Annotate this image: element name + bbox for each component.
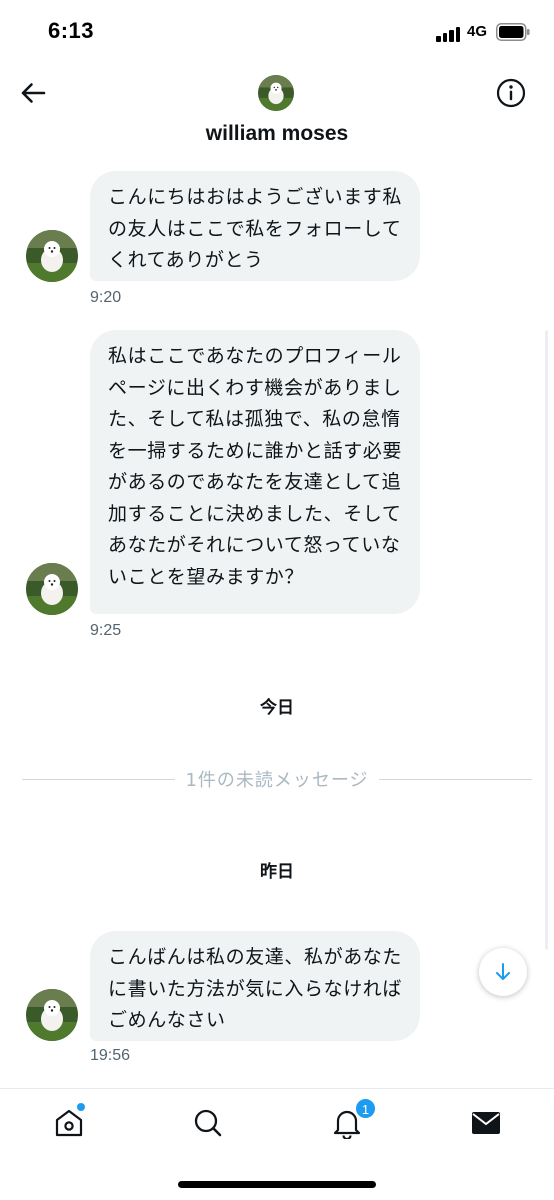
day-divider-yesterday: 昨日: [260, 862, 294, 882]
scroll-to-bottom-button[interactable]: [479, 948, 527, 996]
conversation-title[interactable]: william moses: [0, 122, 554, 146]
signal-icon: [436, 26, 462, 42]
search-icon: [194, 1109, 222, 1137]
sender-avatar[interactable]: [26, 989, 78, 1041]
mail-icon: [472, 1112, 500, 1134]
info-button[interactable]: [492, 74, 530, 112]
message-bubble[interactable]: 私はここであなたのプロフィールページに出くわす機会がありました、そして私は孤独で…: [90, 330, 420, 614]
message-bubble[interactable]: こんにちはおはようございます私の友人はここで私をフォローしてくれてありがとう: [90, 171, 420, 281]
header-avatar[interactable]: [258, 75, 294, 111]
battery-icon: [496, 23, 530, 41]
back-arrow-icon: [21, 83, 46, 103]
sender-avatar[interactable]: [26, 563, 78, 615]
home-icon: [55, 1109, 83, 1137]
back-button[interactable]: [14, 74, 52, 112]
tab-messages[interactable]: [466, 1103, 506, 1143]
tab-search[interactable]: [188, 1103, 228, 1143]
message-bubble[interactable]: こんばんは私の友達、私があなたに書いた方法が気に入らなければごめんなさい: [90, 931, 420, 1041]
unread-divider-label: 1件の未読メッセージ: [175, 770, 379, 791]
dog-avatar-image: [26, 230, 78, 282]
message-time: 9:25: [90, 622, 122, 639]
arrow-down-icon: [496, 963, 510, 980]
home-unread-dot: [77, 1103, 85, 1111]
info-icon: [496, 78, 526, 108]
sender-avatar[interactable]: [26, 230, 78, 282]
dog-avatar-image: [26, 563, 78, 615]
dog-avatar-image: [258, 75, 294, 111]
unread-divider: 1件の未読メッセージ: [0, 766, 554, 792]
dog-avatar-image: [26, 989, 78, 1041]
day-divider-today: 今日: [260, 698, 294, 718]
status-bar: 6:13 4G: [0, 0, 554, 64]
message-time: 9:20: [90, 289, 122, 306]
message-time: 19:56: [90, 1047, 131, 1064]
home-indicator: [178, 1181, 376, 1188]
scrollbar[interactable]: [545, 330, 548, 950]
status-time: 6:13: [48, 18, 95, 43]
notifications-badge: 1: [355, 1098, 376, 1119]
network-type: 4G: [467, 23, 488, 40]
